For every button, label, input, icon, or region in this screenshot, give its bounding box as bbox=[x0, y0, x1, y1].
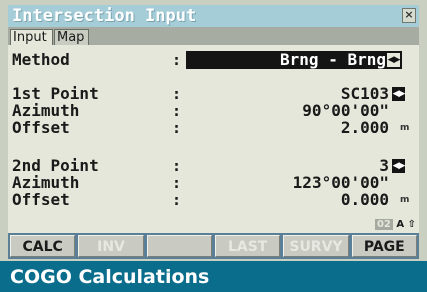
up-arrow-icon: ⇧ bbox=[407, 219, 416, 230]
inv-button[interactable]: INV bbox=[78, 235, 144, 257]
point2-colon: : bbox=[172, 157, 182, 175]
left-right-arrows-icon[interactable]: ◀▶ bbox=[387, 53, 400, 67]
tab-map[interactable]: Map bbox=[54, 29, 89, 45]
offset2-row: Offset : 0.000 m bbox=[8, 190, 419, 210]
point1-colon: : bbox=[172, 85, 182, 103]
last-button[interactable]: LAST bbox=[214, 235, 281, 257]
method-colon: : bbox=[172, 51, 182, 69]
device-screen: Intersection Input × Input Map Method : … bbox=[8, 5, 419, 259]
offset1-label: Offset bbox=[12, 118, 70, 137]
offset2-unit: m bbox=[400, 195, 410, 205]
azimuth1-colon: : bbox=[172, 102, 182, 120]
offset2-label: Offset bbox=[12, 190, 70, 209]
offset1-row: Offset : 2.000 m bbox=[8, 118, 419, 138]
softkey-bar: CALC INV LAST SURVY PAGE bbox=[8, 233, 419, 259]
close-button[interactable]: × bbox=[402, 8, 416, 23]
offset1-colon: : bbox=[172, 119, 182, 137]
window-title: Intersection Input bbox=[12, 6, 197, 26]
title-bar: Intersection Input × bbox=[8, 5, 419, 27]
offset1-unit: m bbox=[400, 123, 410, 133]
method-value: Brng - Brng bbox=[280, 50, 386, 69]
azimuth2-colon: : bbox=[172, 174, 182, 192]
status-indicators: 02 A ⇧ bbox=[354, 219, 416, 231]
method-row: Method : Brng - Brng ◀▶ bbox=[8, 51, 419, 69]
survy-button[interactable]: SURVY bbox=[283, 235, 349, 257]
status-number: 02 bbox=[374, 219, 393, 230]
caption-title: COGO Calculations bbox=[10, 266, 210, 288]
offset2-colon: : bbox=[172, 191, 182, 209]
left-right-arrows-icon[interactable]: ◀▶ bbox=[392, 87, 405, 101]
tab-bar: Input Map bbox=[8, 27, 419, 45]
calc-button[interactable]: CALC bbox=[10, 235, 76, 257]
offset2-value[interactable]: 0.000 bbox=[341, 191, 389, 209]
page-button[interactable]: PAGE bbox=[351, 235, 417, 257]
left-right-arrows-icon[interactable]: ◀▶ bbox=[392, 159, 405, 173]
offset1-value[interactable]: 2.000 bbox=[341, 119, 389, 137]
caption-bar: COGO Calculations bbox=[0, 261, 427, 292]
tab-input[interactable]: Input bbox=[10, 29, 53, 45]
blank-softkey[interactable] bbox=[146, 235, 212, 257]
status-mode: A bbox=[396, 219, 405, 230]
method-label: Method bbox=[12, 50, 70, 69]
method-select[interactable]: Brng - Brng ◀▶ bbox=[186, 51, 402, 69]
